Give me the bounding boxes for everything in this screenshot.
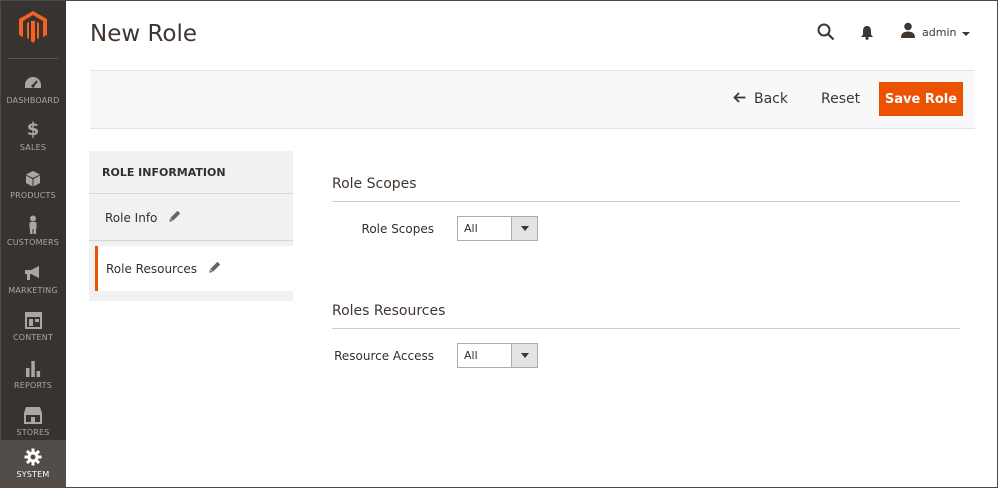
sidebar-item-label: CONTENT [12, 333, 54, 342]
sidebar-item-sales[interactable]: $ SALES [0, 113, 66, 160]
section-divider [332, 201, 960, 202]
chevron-down-icon [511, 344, 537, 367]
admin-user-menu[interactable]: admin [900, 22, 971, 43]
page-title: New Role [90, 21, 198, 47]
sidebar-item-label: PRODUCTS [10, 191, 56, 200]
role-scopes-select[interactable]: All [457, 216, 538, 241]
tab-role-resources[interactable]: Role Resources [95, 246, 293, 291]
tab-label: Role Resources [106, 261, 197, 276]
magento-logo-icon[interactable] [0, 0, 66, 54]
bell-icon[interactable] [860, 25, 874, 45]
role-information-tabs: ROLE INFORMATION Role Info Role Resource… [89, 151, 293, 301]
sidebar-item-label: REPORTS [13, 381, 53, 390]
sidebar-item-marketing[interactable]: MARKETING [0, 256, 66, 303]
search-icon[interactable] [817, 23, 835, 46]
megaphone-icon [23, 263, 43, 283]
sidebar-item-label: SALES [19, 143, 47, 152]
admin-username: admin [922, 26, 957, 39]
resource-access-select[interactable]: All [457, 343, 538, 368]
chevron-down-icon [962, 24, 971, 42]
pencil-icon [209, 261, 221, 276]
store-icon [23, 405, 43, 425]
section-title-role-scopes: Role Scopes [332, 176, 417, 192]
sidebar-item-dashboard[interactable]: DASHBOARD [0, 66, 66, 113]
sidebar-divider [8, 58, 58, 59]
dollar-icon: $ [26, 119, 40, 140]
sidebar-item-content[interactable]: CONTENT [0, 303, 66, 350]
section-title-roles-resources: Roles Resources [332, 303, 446, 319]
sidebar-item-reports[interactable]: REPORTS [0, 351, 66, 398]
layout-icon [23, 310, 43, 330]
sidebar-item-customers[interactable]: CUSTOMERS [0, 208, 66, 255]
sidebar-item-products[interactable]: PRODUCTS [0, 161, 66, 208]
sidebar-item-stores[interactable]: STORES [0, 398, 66, 445]
sidebar-item-label: MARKETING [8, 286, 58, 295]
sidebar-item-system[interactable]: SYSTEM [0, 440, 66, 488]
person-icon [23, 215, 43, 235]
chevron-down-icon [511, 217, 537, 240]
reset-button[interactable]: Reset [821, 89, 860, 109]
tabs-title: ROLE INFORMATION [89, 151, 293, 194]
bar-chart-icon [23, 358, 43, 378]
select-value: All [464, 349, 478, 362]
user-icon [900, 22, 916, 43]
select-value: All [464, 222, 478, 235]
admin-sidebar: DASHBOARD $ SALES PRODUCTS CUSTOMERS MAR… [0, 0, 66, 488]
sidebar-item-label: SYSTEM [16, 470, 50, 479]
arrow-left-icon [733, 91, 746, 107]
section-divider [332, 328, 960, 329]
dashboard-icon [23, 73, 43, 93]
sidebar-item-label: CUSTOMERS [6, 238, 60, 247]
sidebar-item-label: DASHBOARD [6, 96, 60, 105]
resource-access-label: Resource Access [334, 349, 434, 363]
sidebar-item-label: STORES [16, 428, 50, 437]
role-scopes-label: Role Scopes [361, 222, 434, 236]
tab-label: Role Info [105, 210, 158, 225]
tab-role-info[interactable]: Role Info [89, 195, 293, 241]
save-role-button[interactable]: Save Role [879, 82, 963, 116]
gear-icon [23, 447, 43, 467]
back-button[interactable]: Back [733, 89, 788, 109]
back-button-label: Back [754, 91, 788, 107]
cube-icon [23, 168, 43, 188]
pencil-icon [169, 210, 181, 225]
